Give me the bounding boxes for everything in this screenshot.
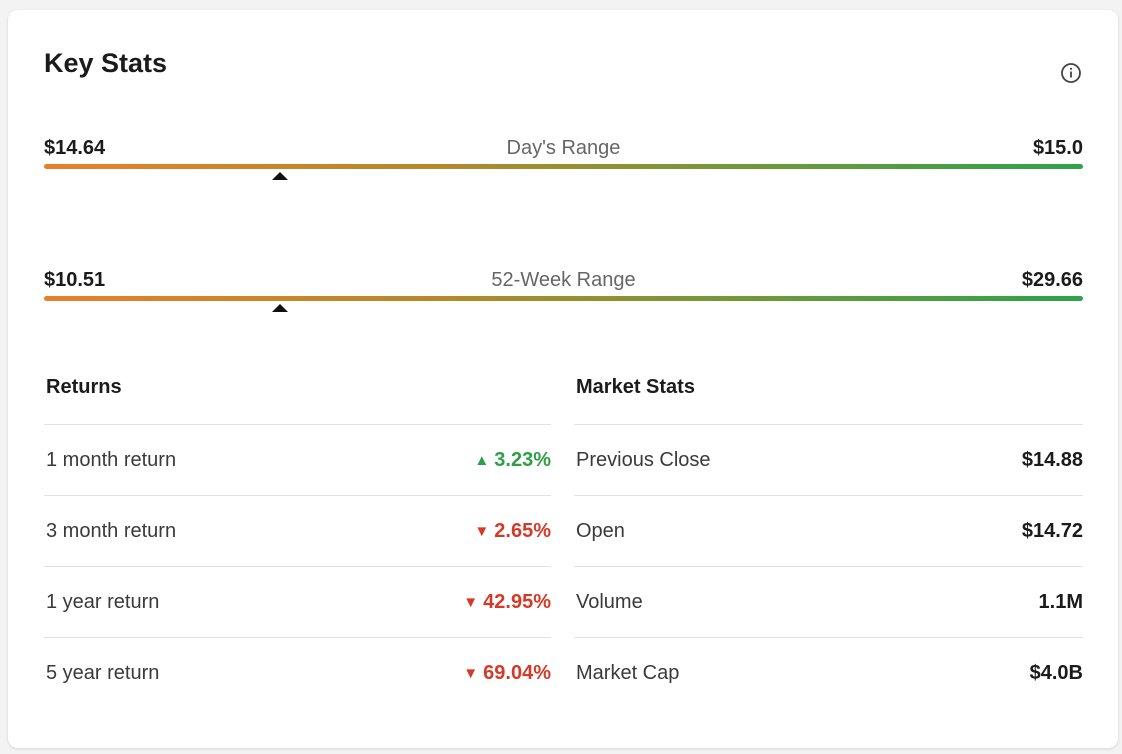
- card-title: Key Stats: [44, 48, 168, 78]
- return-value: ▲ 3.23%: [474, 449, 551, 472]
- return-period-label: 3 month return: [46, 519, 177, 542]
- days-range-bar: [44, 164, 1083, 169]
- market-stat-label: Market Cap: [576, 662, 680, 684]
- returns-row: 1 year return ▼ 42.95%: [44, 567, 551, 638]
- return-value: ▼ 2.65%: [474, 520, 551, 543]
- return-percent: 2.65%: [494, 519, 551, 542]
- triangle-down-icon: ▼: [474, 522, 490, 540]
- week52-range-label: 52-Week Range: [491, 269, 636, 291]
- market-stat-value: $4.0B: [1029, 662, 1083, 684]
- market-stat-label: Previous Close: [576, 448, 711, 471]
- week52-range: $10.51 52-Week Range $29.66: [44, 268, 1083, 328]
- return-period-label: 1 year return: [46, 590, 160, 613]
- market-stat-value: 1.1M: [1038, 590, 1083, 613]
- return-percent: 69.04%: [483, 662, 551, 684]
- market-stat-label: Volume: [576, 590, 643, 613]
- week52-range-high: $29.66: [1021, 269, 1083, 291]
- market-stat-row: Previous Close $14.88: [574, 425, 1083, 496]
- market-stat-label: Open: [576, 519, 625, 542]
- returns-section: Returns 1 month return ▲ 3.23% 3 month retu…: [44, 368, 551, 709]
- returns-row: 1 month return ▲ 3.23%: [44, 425, 551, 496]
- market-stat-row: Open $14.72: [574, 496, 1083, 567]
- market-stats-heading: Market Stats: [574, 368, 1083, 425]
- returns-row: 3 month return ▼ 2.65%: [44, 496, 551, 567]
- days-range-label: Day's Range: [506, 137, 621, 159]
- week52-range-bar: [44, 296, 1083, 301]
- market-stat-row: Market Cap $4.0B: [574, 638, 1083, 709]
- return-period-label: 1 month return: [46, 448, 177, 471]
- info-circle-icon[interactable]: [1060, 62, 1082, 84]
- triangle-down-icon: ▼: [463, 665, 479, 682]
- market-stat-value: $14.72: [1021, 519, 1083, 542]
- key-stats-card: Key Stats $14.64 Day's Range $15.0 $10.5…: [8, 10, 1118, 748]
- return-value: ▼ 69.04%: [463, 662, 551, 685]
- return-percent: 42.95%: [483, 590, 551, 613]
- days-range: $14.64 Day's Range $15.0: [44, 136, 1083, 196]
- market-stats-section: Market Stats Previous Close $14.88 Open $14…: [574, 368, 1083, 709]
- returns-heading: Returns: [44, 368, 551, 425]
- returns-row: 5 year return ▼ 69.04%: [44, 638, 551, 709]
- triangle-up-icon: ▲: [474, 451, 490, 469]
- market-stat-row: Volume 1.1M: [574, 567, 1083, 638]
- days-range-high: $15.0: [1032, 137, 1083, 159]
- return-value: ▼ 42.95%: [463, 591, 551, 614]
- return-period-label: 5 year return: [46, 662, 160, 684]
- market-stat-value: $14.88: [1021, 448, 1083, 471]
- return-percent: 3.23%: [494, 448, 551, 471]
- triangle-down-icon: ▼: [463, 593, 479, 611]
- days-range-marker: [271, 172, 288, 180]
- week52-range-marker: [271, 304, 288, 312]
